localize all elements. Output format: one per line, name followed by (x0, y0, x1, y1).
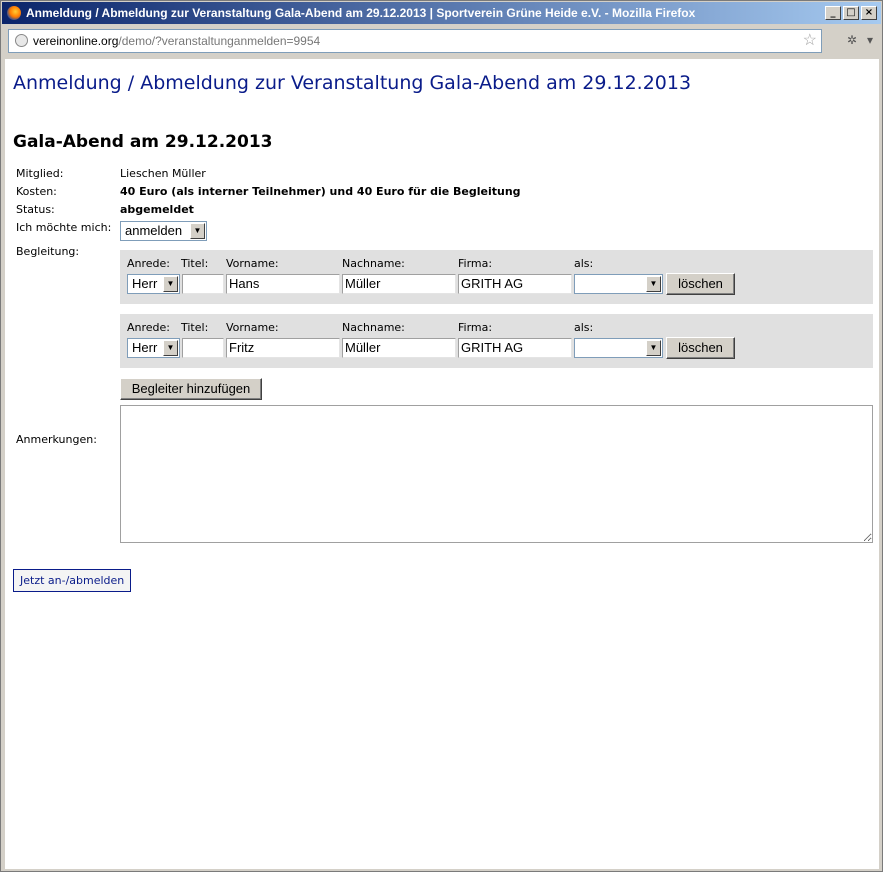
window-title: Anmeldung / Abmeldung zur Veranstaltung … (26, 6, 696, 20)
member-label: Mitglied: (16, 167, 64, 180)
as-select[interactable]: ▼ (574, 274, 663, 294)
menu-chevron-down-icon[interactable]: ▾ (867, 33, 873, 47)
companion-row: Anrede: Titel: Vorname: Nachname: Firma:… (120, 250, 873, 304)
salutation-value: Herr (132, 276, 158, 291)
title-input[interactable] (182, 274, 224, 294)
firefox-icon (7, 6, 21, 20)
address-bar[interactable]: vereinonline.org/demo/?veranstaltunganme… (8, 29, 822, 53)
companion-row: Anrede: Titel: Vorname: Nachname: Firma:… (120, 314, 873, 368)
last-name-input[interactable]: Müller (342, 274, 456, 294)
url-path: /demo/?veranstaltunganmelden=9954 (118, 34, 321, 48)
company-header: Firma: (458, 257, 493, 270)
as-select[interactable]: ▼ (574, 338, 663, 358)
remarks-label: Anmerkungen: (16, 433, 97, 446)
chevron-down-icon: ▼ (163, 276, 178, 292)
action-label: Ich möchte mich: (16, 221, 112, 234)
company-input[interactable]: GRITH AG (458, 338, 572, 358)
navigation-bar: vereinonline.org/demo/?veranstaltunganme… (2, 24, 881, 59)
action-select[interactable]: anmelden ▼ (120, 221, 207, 241)
salutation-header: Anrede: (127, 321, 171, 334)
first-name-input[interactable]: Fritz (226, 338, 340, 358)
company-input[interactable]: GRITH AG (458, 274, 572, 294)
status-value: abgemeldet (120, 203, 194, 216)
url-host: vereinonline.org (33, 34, 119, 48)
salutation-select[interactable]: Herr ▼ (127, 274, 180, 294)
last-name-header: Nachname: (342, 321, 405, 334)
title-input[interactable] (182, 338, 224, 358)
submit-button[interactable]: Jetzt an-/abmelden (13, 569, 132, 592)
globe-icon (15, 34, 28, 47)
salutation-header: Anrede: (127, 257, 171, 270)
last-name-input[interactable]: Müller (342, 338, 456, 358)
first-name-header: Vorname: (226, 321, 279, 334)
first-name-input[interactable]: Hans (226, 274, 340, 294)
chevron-down-icon: ▼ (163, 340, 178, 356)
salutation-select[interactable]: Herr ▼ (127, 338, 180, 358)
title-bar: Anmeldung / Abmeldung zur Veranstaltung … (2, 2, 881, 24)
as-header: als: (574, 257, 594, 270)
delete-companion-button[interactable]: löschen (666, 337, 735, 359)
add-companion-button[interactable]: Begleiter hinzufügen (120, 378, 262, 400)
status-label: Status: (16, 203, 55, 216)
title-header: Titel: (181, 321, 209, 334)
company-header: Firma: (458, 321, 493, 334)
chevron-down-icon: ▼ (190, 223, 205, 239)
delete-companion-button[interactable]: löschen (666, 273, 735, 295)
remarks-textarea[interactable] (120, 405, 873, 543)
cost-label: Kosten: (16, 185, 57, 198)
chevron-down-icon: ▼ (646, 276, 661, 292)
chevron-down-icon: ▼ (646, 340, 661, 356)
action-select-value: anmelden (125, 223, 183, 238)
minimize-button[interactable]: _ (825, 6, 841, 20)
maximize-button[interactable]: □ (843, 6, 859, 20)
title-header: Titel: (181, 257, 209, 270)
addon-icon[interactable]: ✲ (847, 33, 857, 47)
page-heading: Anmeldung / Abmeldung zur Veranstaltung … (13, 72, 692, 94)
first-name-header: Vorname: (226, 257, 279, 270)
close-button[interactable]: × (861, 6, 877, 20)
bookmark-star-icon[interactable]: ☆ (803, 30, 817, 52)
as-header: als: (574, 321, 594, 334)
page-content: Anmeldung / Abmeldung zur Veranstaltung … (5, 59, 879, 869)
member-value: Lieschen Müller (120, 167, 206, 180)
companion-label: Begleitung: (16, 245, 80, 258)
event-title: Gala-Abend am 29.12.2013 (13, 132, 273, 152)
browser-window: Anmeldung / Abmeldung zur Veranstaltung … (0, 0, 883, 872)
salutation-value: Herr (132, 340, 158, 355)
last-name-header: Nachname: (342, 257, 405, 270)
cost-value: 40 Euro (als interner Teilnehmer) und 40… (120, 185, 521, 198)
